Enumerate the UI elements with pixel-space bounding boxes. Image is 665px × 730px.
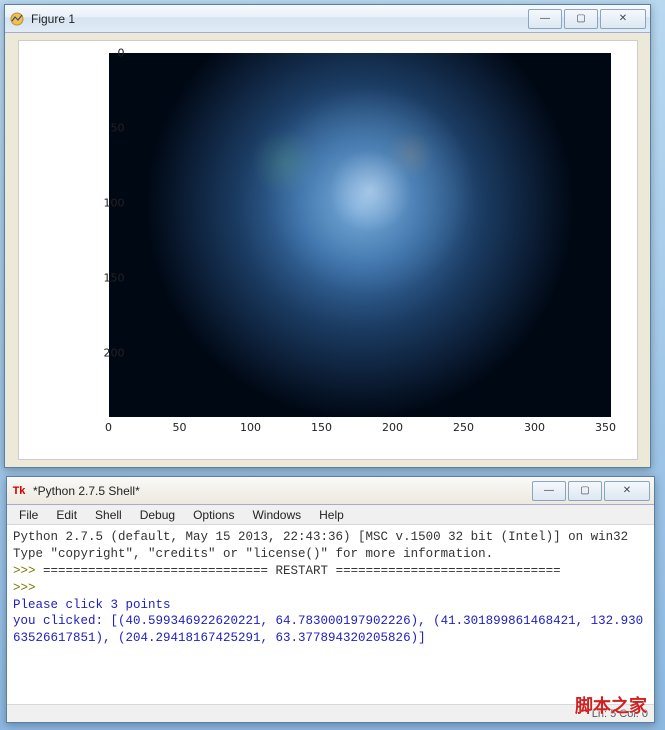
figure-titlebar[interactable]: Figure 1 — ▢ ✕ (5, 5, 650, 33)
shell-menubar: FileEditShellDebugOptionsWindowsHelp (7, 505, 654, 525)
shell-prompt: >>> (13, 581, 43, 595)
watermark: 脚本之家 (575, 692, 647, 718)
x-tick-label: 100 (240, 421, 261, 434)
shell-output-line: Please click 3 points (13, 598, 171, 612)
menu-windows[interactable]: Windows (244, 506, 309, 524)
maximize-button[interactable]: ▢ (568, 481, 602, 501)
tk-icon: Tk (11, 483, 27, 499)
menu-debug[interactable]: Debug (132, 506, 183, 524)
x-tick-label: 200 (382, 421, 403, 434)
menu-help[interactable]: Help (311, 506, 352, 524)
y-tick-label: 200 (95, 347, 125, 360)
x-tick-label: 350 (595, 421, 616, 434)
x-tick-label: 0 (105, 421, 112, 434)
minimize-button[interactable]: — (532, 481, 566, 501)
menu-edit[interactable]: Edit (48, 506, 85, 524)
axes-image[interactable] (109, 53, 611, 417)
figure-body: 0 50 100 150 200 0 50 100 150 200 250 300 350 (5, 33, 650, 467)
menu-file[interactable]: File (11, 506, 46, 524)
shell-title: *Python 2.7.5 Shell* (33, 484, 532, 498)
shell-titlebar[interactable]: Tk *Python 2.7.5 Shell* — ▢ ✕ (7, 477, 654, 505)
maximize-button[interactable]: ▢ (564, 9, 598, 29)
menu-shell[interactable]: Shell (87, 506, 130, 524)
minimize-button[interactable]: — (528, 9, 562, 29)
x-tick-label: 150 (311, 421, 332, 434)
plot-canvas[interactable]: 0 50 100 150 200 0 50 100 150 200 250 300 350 (18, 40, 638, 460)
earth-image (109, 53, 611, 417)
shell-restart: ============================== RESTART =… (43, 564, 561, 578)
shell-prompt: >>> (13, 564, 43, 578)
shell-window: Tk *Python 2.7.5 Shell* — ▢ ✕ FileEditSh… (6, 476, 655, 723)
figure-window: Figure 1 — ▢ ✕ 0 50 100 150 200 0 50 100 150 200 2… (4, 4, 651, 468)
x-tick-label: 300 (524, 421, 545, 434)
y-tick-label: 100 (95, 197, 125, 210)
matplotlib-icon (9, 11, 25, 27)
close-button[interactable]: ✕ (604, 481, 650, 501)
figure-title: Figure 1 (31, 12, 528, 26)
close-button[interactable]: ✕ (600, 9, 646, 29)
shell-line: Type "copyright", "credits" or "license(… (13, 547, 493, 561)
shell-line: Python 2.7.5 (default, May 15 2013, 22:4… (13, 530, 628, 544)
shell-output-line: you clicked: [(40.599346922620221, 64.78… (13, 614, 643, 645)
menu-options[interactable]: Options (185, 506, 242, 524)
y-tick-label: 150 (95, 272, 125, 285)
y-tick-label: 50 (95, 122, 125, 135)
x-tick-label: 50 (173, 421, 187, 434)
x-tick-label: 250 (453, 421, 474, 434)
shell-output[interactable]: Python 2.7.5 (default, May 15 2013, 22:4… (7, 525, 654, 704)
y-tick-label: 0 (95, 47, 125, 60)
shell-statusbar: Ln: 5 Col: 0 (7, 704, 654, 722)
